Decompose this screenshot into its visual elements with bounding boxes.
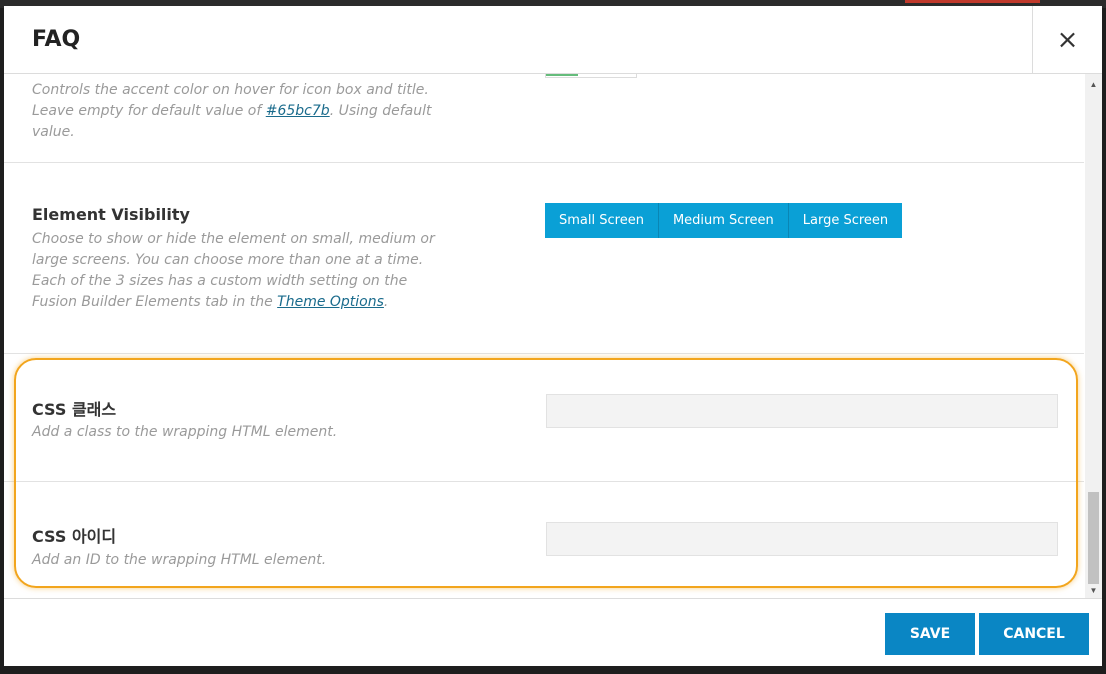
visibility-title: Element Visibility xyxy=(32,205,190,224)
color-swatch xyxy=(546,74,578,76)
scrollbar[interactable]: ▲ ▼ xyxy=(1085,74,1102,598)
modal-body: Controls the accent color on hover for i… xyxy=(4,74,1102,598)
close-icon[interactable]: × xyxy=(1032,6,1102,74)
scroll-thumb[interactable] xyxy=(1088,492,1099,584)
modal-footer: SAVE CANCEL xyxy=(4,598,1102,666)
accent-desc-prefix: Leave empty for default value of xyxy=(32,103,266,119)
css-class-description: Add a class to the wrapping HTML element… xyxy=(32,424,338,440)
save-button[interactable]: SAVE xyxy=(885,613,975,655)
modal-title: FAQ xyxy=(32,27,81,52)
visibility-button-group: Small Screen Medium Screen Large Screen xyxy=(545,203,903,238)
faq-modal: FAQ × Controls the accent color on hover… xyxy=(4,6,1102,666)
scroll-up-icon[interactable]: ▲ xyxy=(1085,78,1102,92)
css-class-option: CSS 클래스 Add a class to the wrapping HTML… xyxy=(4,354,1084,482)
accent-color-option: Controls the accent color on hover for i… xyxy=(4,74,1084,163)
backdrop-accent-bar xyxy=(905,0,1040,3)
css-id-input[interactable] xyxy=(546,522,1058,556)
accent-color-description: Controls the accent color on hover for i… xyxy=(32,80,472,143)
css-id-option: CSS 아이디 Add an ID to the wrapping HTML e… xyxy=(4,482,1084,598)
visibility-description: Choose to show or hide the element on sm… xyxy=(32,229,452,313)
color-picker[interactable] xyxy=(545,74,637,78)
css-id-title: CSS 아이디 xyxy=(32,527,117,546)
cancel-button[interactable]: CANCEL xyxy=(979,613,1089,655)
large-screen-button[interactable]: Large Screen xyxy=(788,203,903,238)
accent-desc-line1: Controls the accent color on hover for i… xyxy=(32,82,429,98)
css-class-input[interactable] xyxy=(546,394,1058,428)
css-class-title: CSS 클래스 xyxy=(32,400,117,419)
small-screen-button[interactable]: Small Screen xyxy=(545,203,659,238)
default-color-link[interactable]: #65bc7b xyxy=(266,103,330,119)
medium-screen-button[interactable]: Medium Screen xyxy=(658,203,789,238)
scroll-down-icon[interactable]: ▼ xyxy=(1085,584,1102,598)
css-id-description: Add an ID to the wrapping HTML element. xyxy=(32,552,327,568)
theme-options-link[interactable]: Theme Options xyxy=(277,294,384,310)
visibility-desc-suffix: . xyxy=(383,294,389,310)
options-list: Controls the accent color on hover for i… xyxy=(4,74,1084,598)
modal-header: FAQ × xyxy=(4,6,1102,74)
element-visibility-option: Element Visibility Choose to show or hid… xyxy=(4,163,1084,354)
